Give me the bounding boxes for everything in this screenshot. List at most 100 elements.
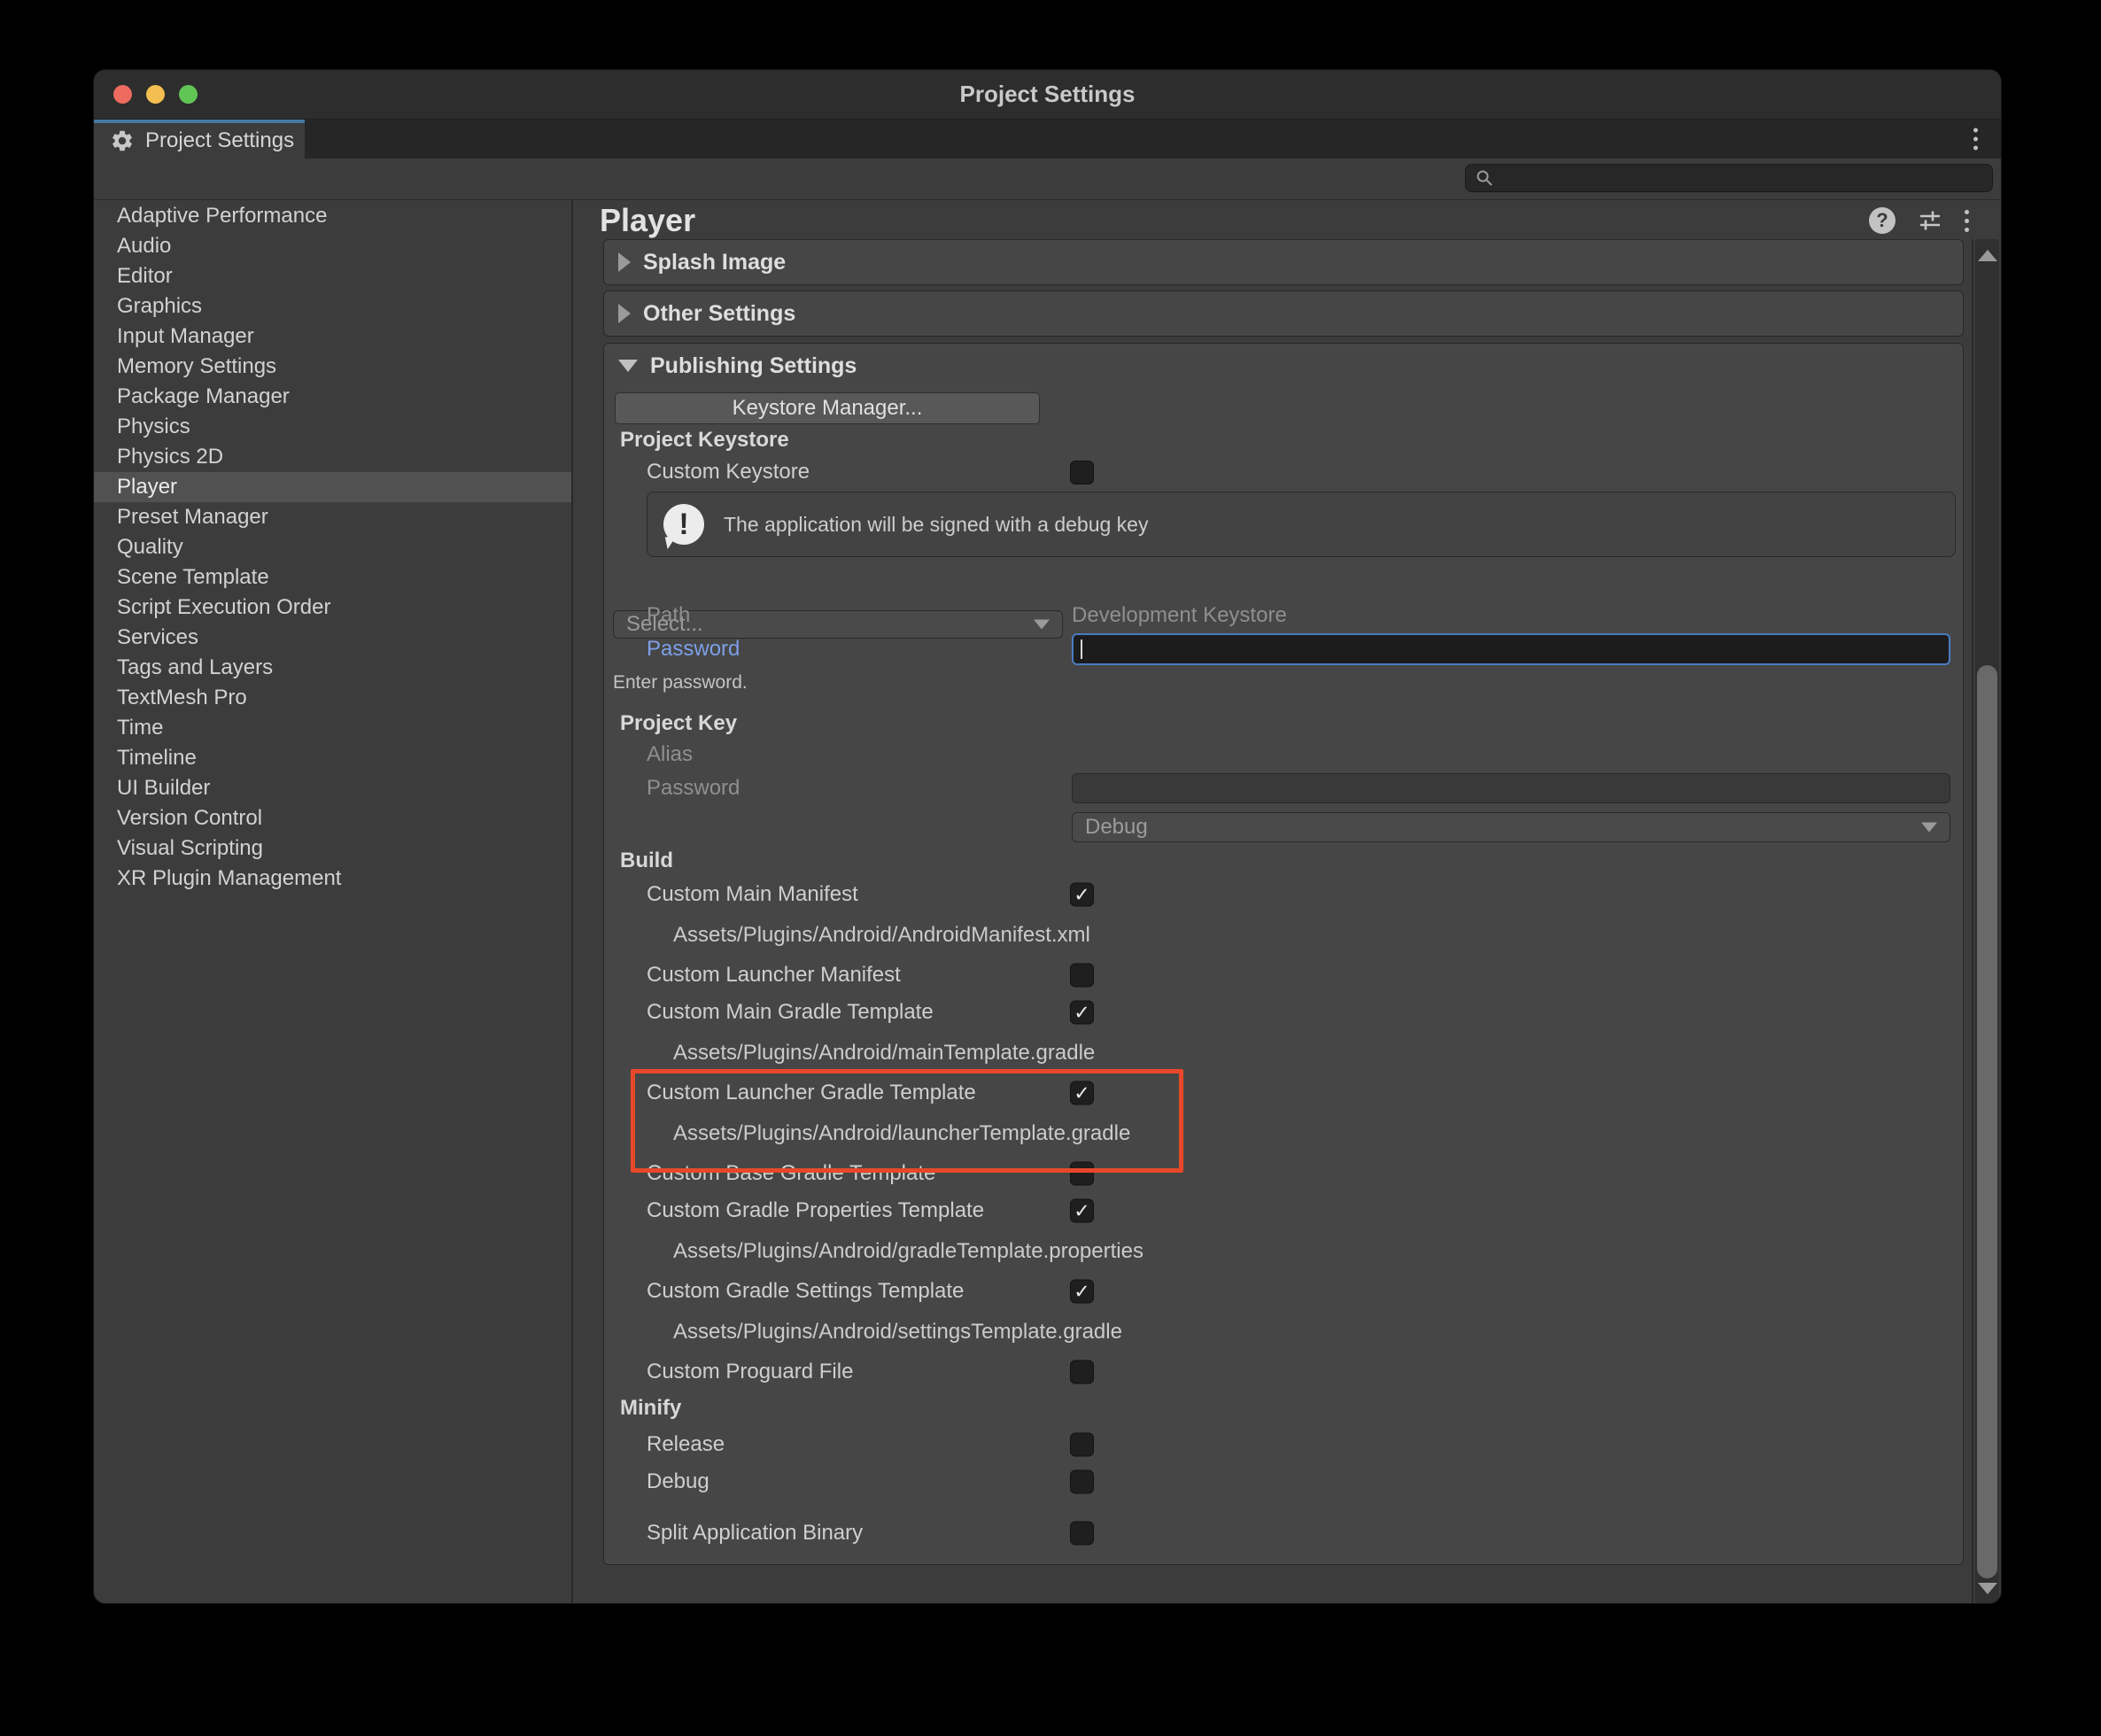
search-input[interactable] xyxy=(1494,167,1992,190)
sidebar-item-physics[interactable]: Physics xyxy=(94,412,571,442)
custom-keystore-checkbox[interactable] xyxy=(1070,461,1094,484)
sidebar-item-textmesh-pro[interactable]: TextMesh Pro xyxy=(94,683,571,713)
sidebar-item-memory-settings[interactable]: Memory Settings xyxy=(94,352,571,382)
body: Adaptive PerformanceAudioEditorGraphicsI… xyxy=(94,200,2001,1604)
chevron-right-icon xyxy=(618,252,631,272)
checkbox[interactable] xyxy=(1070,1522,1094,1546)
setting-label: Custom Launcher Manifest xyxy=(604,963,901,988)
section-publishing-settings-header[interactable]: Publishing Settings xyxy=(604,344,1963,388)
sidebar-item-script-execution-order[interactable]: Script Execution Order xyxy=(94,593,571,623)
sidebar-item-player[interactable]: Player xyxy=(94,472,571,502)
setting-row: Custom Gradle Properties Template xyxy=(604,1192,1963,1229)
checkbox[interactable] xyxy=(1070,1199,1094,1223)
key-password-label: Password xyxy=(647,773,740,803)
sidebar-item-tags-and-layers[interactable]: Tags and Layers xyxy=(94,653,571,683)
sidebar-item-package-manager[interactable]: Package Manager xyxy=(94,382,571,412)
setting-row: Custom Launcher Gradle Template xyxy=(604,1074,1963,1112)
setting-path: Assets/Plugins/Android/settingsTemplate.… xyxy=(604,1310,1963,1353)
setting-row: Release xyxy=(604,1426,1963,1463)
setting-label: Custom Main Manifest xyxy=(604,882,858,907)
sidebar-item-scene-template[interactable]: Scene Template xyxy=(94,562,571,593)
titlebar: Project Settings xyxy=(94,70,2001,120)
setting-label: Custom Base Gradle Template xyxy=(604,1161,935,1186)
setting-path: Assets/Plugins/Android/mainTemplate.grad… xyxy=(604,1031,1963,1074)
presets-icon[interactable] xyxy=(1917,207,1943,234)
checkbox[interactable] xyxy=(1070,1001,1094,1025)
setting-row: Split Application Binary xyxy=(604,1515,1963,1552)
player-settings-panel: Player ? xyxy=(573,200,2001,1604)
chevron-down-icon xyxy=(618,360,638,372)
tab-overflow-menu-icon[interactable] xyxy=(1973,128,1978,151)
keystore-path-value: Development Keystore xyxy=(1072,601,1287,631)
setting-path: Assets/Plugins/Android/launcherTemplate.… xyxy=(604,1112,1963,1155)
section-other-settings-header[interactable]: Other Settings xyxy=(604,291,1963,336)
sidebar-item-services[interactable]: Services xyxy=(94,623,571,653)
setting-row: Custom Launcher Manifest xyxy=(604,957,1963,994)
sidebar-item-audio[interactable]: Audio xyxy=(94,231,571,261)
scrollbar-thumb[interactable] xyxy=(1977,665,1997,1578)
setting-row: Custom Gradle Settings Template xyxy=(604,1273,1963,1310)
sidebar-item-xr-plugin-management[interactable]: XR Plugin Management xyxy=(94,864,571,894)
sidebar-item-visual-scripting[interactable]: Visual Scripting xyxy=(94,833,571,864)
screen: Project Settings Project Settings Adapti… xyxy=(0,0,2101,1736)
sidebar-item-preset-manager[interactable]: Preset Manager xyxy=(94,502,571,532)
sidebar-item-editor[interactable]: Editor xyxy=(94,261,571,291)
sidebar-item-quality[interactable]: Quality xyxy=(94,532,571,562)
section-publishing-settings: Publishing Settings Keystore Manager... … xyxy=(603,343,1964,1565)
sidebar-item-adaptive-performance[interactable]: Adaptive Performance xyxy=(94,201,571,231)
checkbox[interactable] xyxy=(1070,1360,1094,1384)
sidebar-item-ui-builder[interactable]: UI Builder xyxy=(94,773,571,803)
checkbox[interactable] xyxy=(1070,1470,1094,1494)
help-icon[interactable]: ? xyxy=(1869,207,1896,234)
sidebar-item-physics-2d[interactable]: Physics 2D xyxy=(94,442,571,472)
scrollbar[interactable] xyxy=(1975,239,1999,1603)
scroll-up-arrow-icon[interactable] xyxy=(1978,250,1997,261)
chevron-right-icon xyxy=(618,304,631,323)
info-box: ! The application will be signed with a … xyxy=(647,492,1956,557)
section-label: Splash Image xyxy=(643,250,786,275)
alias-dropdown[interactable]: Debug xyxy=(1072,812,1950,842)
info-message: The application will be signed with a de… xyxy=(724,513,1148,537)
setting-row: Custom Proguard File xyxy=(604,1353,1963,1391)
setting-label: Custom Main Gradle Template xyxy=(604,1000,934,1025)
keystore-manager-button[interactable]: Keystore Manager... xyxy=(615,392,1040,424)
setting-label: Custom Launcher Gradle Template xyxy=(604,1081,976,1105)
setting-row: Custom Main Gradle Template xyxy=(604,994,1963,1031)
setting-label: Split Application Binary xyxy=(604,1521,863,1546)
checkbox[interactable] xyxy=(1070,964,1094,988)
chevron-down-icon xyxy=(1034,620,1050,630)
section-splash-image: Splash Image xyxy=(603,239,1964,285)
sidebar-item-time[interactable]: Time xyxy=(94,713,571,743)
keystore-password-label: Password xyxy=(647,633,740,665)
panel-menu-icon[interactable] xyxy=(1965,210,1969,232)
setting-label: Release xyxy=(604,1432,725,1457)
sidebar-item-version-control[interactable]: Version Control xyxy=(94,803,571,833)
setting-row: Debug xyxy=(604,1463,1963,1500)
settings-sidebar: Adaptive PerformanceAudioEditorGraphicsI… xyxy=(94,200,573,1604)
tab-project-settings[interactable]: Project Settings xyxy=(94,120,305,159)
checkbox[interactable] xyxy=(1070,1081,1094,1105)
sidebar-item-timeline[interactable]: Timeline xyxy=(94,743,571,773)
panel-header-icons: ? xyxy=(1869,207,1969,234)
key-password-input[interactable] xyxy=(1072,773,1950,803)
checkbox[interactable] xyxy=(1070,1280,1094,1304)
setting-path: Assets/Plugins/Android/AndroidManifest.x… xyxy=(604,913,1963,957)
custom-keystore-label: Custom Keystore xyxy=(647,457,810,487)
panel-scroll-divider xyxy=(1972,239,1973,1604)
password-helper-text: Enter password. xyxy=(613,671,748,694)
checkbox[interactable] xyxy=(1070,1162,1094,1186)
toolbar xyxy=(94,159,2001,200)
section-label: Other Settings xyxy=(643,301,795,327)
sidebar-item-graphics[interactable]: Graphics xyxy=(94,291,571,322)
sidebar-item-input-manager[interactable]: Input Manager xyxy=(94,322,571,352)
text-caret xyxy=(1081,639,1082,659)
search-icon xyxy=(1475,168,1494,188)
tab-label: Project Settings xyxy=(145,128,294,153)
section-splash-image-header[interactable]: Splash Image xyxy=(604,240,1963,284)
project-key-heading: Project Key xyxy=(620,709,737,739)
scroll-down-arrow-icon[interactable] xyxy=(1978,1583,1997,1594)
checkbox[interactable] xyxy=(1070,883,1094,907)
checkbox[interactable] xyxy=(1070,1433,1094,1457)
gear-icon xyxy=(110,128,135,153)
keystore-password-input[interactable] xyxy=(1072,633,1950,665)
